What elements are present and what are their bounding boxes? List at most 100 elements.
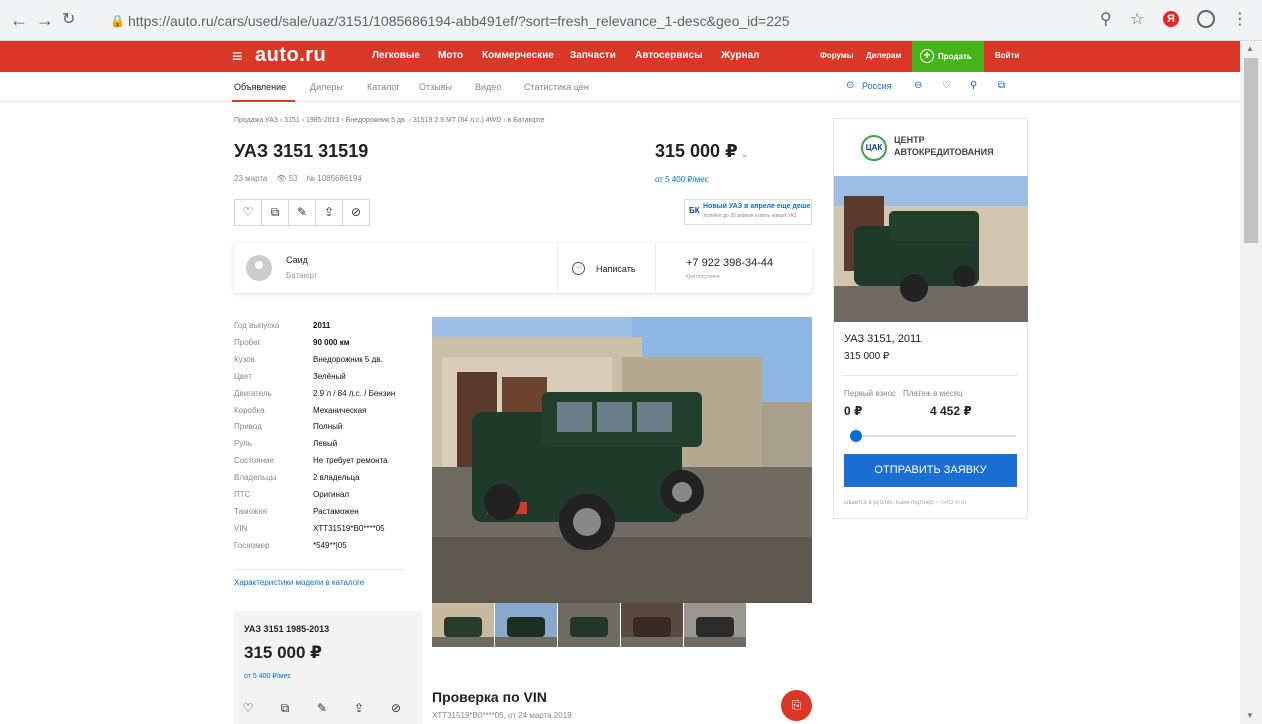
nav-parts[interactable]: Запчасти <box>570 50 616 61</box>
chat-icon[interactable]: ⊖ <box>914 80 922 91</box>
listing-meta: 23 марта 👁 53 № 1085686194 <box>234 174 362 183</box>
favorite-icon[interactable]: ♡ <box>234 199 262 226</box>
main-photo[interactable] <box>432 317 812 603</box>
listing-price[interactable]: 315 000 ₽ ⌄ <box>655 141 749 162</box>
spec-label: VIN <box>234 523 248 533</box>
spec-label: Владельцы <box>234 473 277 483</box>
nav-forums[interactable]: Форумы <box>820 51 854 60</box>
photo-thumbnail[interactable] <box>495 603 557 647</box>
note-icon[interactable]: ✎ <box>288 199 316 226</box>
mini-title: УАЗ 3151 1985-2013 <box>244 624 330 634</box>
divider <box>844 375 1018 376</box>
credit-model: УАЗ 3151, 2011 <box>844 333 922 345</box>
menu-dots-icon[interactable]: ⋮ <box>1232 10 1248 30</box>
mini-actions: ♡ ⧉ ✎ ⇪ ⊘ <box>234 696 409 723</box>
down-payment-label: Первый взнос <box>844 389 897 398</box>
sell-button[interactable]: + Продать <box>912 41 984 72</box>
sticky-price-card: УАЗ 3151 1985-2013 315 000 ₽ от 5 400 ₽/… <box>234 611 422 724</box>
tab-video[interactable]: Видео <box>475 82 501 92</box>
region-link[interactable]: Россия <box>862 81 892 91</box>
listing-actions: ♡ ⧉ ✎ ⇪ ⊘ <box>234 199 370 226</box>
nav-moto[interactable]: Мото <box>438 50 463 61</box>
breadcrumb[interactable]: Продажа УАЗ › 3151 › 1985-2013 › Внедоро… <box>234 117 545 124</box>
spec-value: Внедорожник 5 дв. <box>313 354 383 364</box>
submit-application-button[interactable]: ОТПРАВИТЬ ЗАЯВКУ <box>844 454 1017 487</box>
location-icon[interactable]: ⊙ <box>846 80 854 91</box>
site-logo[interactable]: auto.ru <box>255 44 326 67</box>
listing-tabs: Объявление Дилеры Каталог Отзывы Видео С… <box>0 72 1240 102</box>
monthly-payment-link[interactable]: от 5 400 ₽/мес <box>655 175 709 184</box>
seller-city: Батаюрт <box>286 271 318 280</box>
lock-icon: 🔒 <box>110 14 125 28</box>
share-icon[interactable]: ⇪ <box>315 199 343 226</box>
listing-number: № 1085686194 <box>306 174 362 183</box>
seller-phone[interactable]: +7 922 398-34-44 <box>686 257 773 269</box>
note-icon[interactable]: ✎ <box>308 696 336 723</box>
tab-dealers[interactable]: Дилеры <box>310 82 343 92</box>
compare-icon[interactable]: ⧉ <box>261 199 289 226</box>
spec-label: Руль <box>234 439 252 449</box>
spec-label: Пробег <box>234 337 261 347</box>
back-icon[interactable]: ← <box>10 10 28 30</box>
spec-label: Кузов <box>234 354 255 364</box>
nav-journal[interactable]: Журнал <box>721 50 760 61</box>
divider <box>557 243 558 293</box>
scrollbar-thumb[interactable] <box>1244 58 1258 243</box>
nav-dealers[interactable]: Дилерам <box>866 51 901 60</box>
star-icon[interactable]: ☆ <box>1130 10 1144 30</box>
hamburger-menu-icon[interactable]: ≡ <box>232 46 243 67</box>
photo-thumbnail[interactable] <box>684 603 746 647</box>
write-button[interactable]: Написать <box>596 264 636 274</box>
monthly-payment-value: 4 452 ₽ <box>930 404 972 418</box>
spec-label: Коробка <box>234 405 265 415</box>
tab-price-stats[interactable]: Статистика цен <box>524 82 589 92</box>
down-payment-slider[interactable] <box>850 435 1016 437</box>
nav-commercial[interactable]: Коммерческие <box>482 50 554 61</box>
credit-brand-line1: ЦЕНТР <box>894 135 925 145</box>
share-icon[interactable]: ⇪ <box>345 696 373 723</box>
tab-listing[interactable]: Объявление <box>234 82 286 92</box>
profile-icon[interactable] <box>1197 10 1215 28</box>
saved-search-icon[interactable]: ⚲ <box>970 80 977 91</box>
address-bar[interactable]: 🔒 https://auto.ru/cars/used/sale/uaz/315… <box>110 8 1250 34</box>
photo-thumbnail[interactable] <box>558 603 620 647</box>
zoom-icon[interactable]: ⚲ <box>1100 10 1112 30</box>
photo-thumbnail[interactable] <box>432 603 494 647</box>
spec-value: Не требует ремонта <box>313 456 388 466</box>
spec-label: Год выпуска <box>234 321 280 330</box>
spec-value: 2 владельца <box>313 473 360 483</box>
eye-icon: 👁 <box>276 174 287 183</box>
spec-label: Привод <box>234 422 262 432</box>
catalog-link[interactable]: Характеристики модели в каталоге <box>234 578 364 587</box>
url-text[interactable]: https://auto.ru/cars/used/sale/uaz/3151/… <box>128 8 790 34</box>
tab-catalog[interactable]: Каталог <box>367 82 400 92</box>
spec-value: XTT31519*B0****05 <box>313 523 385 533</box>
favorites-icon[interactable]: ♡ <box>942 80 951 91</box>
photo-thumbnail[interactable] <box>621 603 683 647</box>
block-icon[interactable]: ⊘ <box>382 696 410 723</box>
nav-cars[interactable]: Легковые <box>372 50 420 61</box>
slider-handle[interactable] <box>850 430 862 442</box>
report-icon[interactable]: ⎘ <box>781 690 812 721</box>
login-link[interactable]: Войти <box>995 51 1019 60</box>
mini-monthly[interactable]: от 5 400 ₽/мес <box>244 672 291 680</box>
spec-label: ПТС <box>234 490 251 499</box>
tab-reviews[interactable]: Отзывы <box>419 82 452 92</box>
yandex-extension-icon[interactable]: Я <box>1163 11 1179 27</box>
block-icon[interactable]: ⊘ <box>342 199 370 226</box>
promo-banner[interactable]: БК Новый УАЗ в апреле еще дешевле Успейт… <box>684 199 812 225</box>
call-hours: Круглосуточно <box>686 274 720 280</box>
chat-bubble-icon[interactable]: ··· <box>572 262 585 275</box>
photo-thumbnails <box>432 603 746 647</box>
reload-icon[interactable]: ↻ <box>62 10 75 30</box>
compare-icon[interactable]: ⧉ <box>998 80 1005 91</box>
page-scrollbar[interactable]: ▲ ▼ <box>1240 41 1262 724</box>
credit-disclaimer: ывается в рублях. Банк-партнёр – ПАО «Пл <box>844 500 967 506</box>
favorite-icon[interactable]: ♡ <box>234 696 262 723</box>
forward-icon[interactable]: → <box>36 10 54 30</box>
nav-services[interactable]: Автосервисы <box>635 50 703 61</box>
scroll-up-icon[interactable]: ▲ <box>1246 44 1254 53</box>
compare-icon[interactable]: ⧉ <box>271 696 299 723</box>
spec-value: Зелёный <box>313 371 346 381</box>
scroll-down-icon[interactable]: ▼ <box>1246 711 1254 720</box>
